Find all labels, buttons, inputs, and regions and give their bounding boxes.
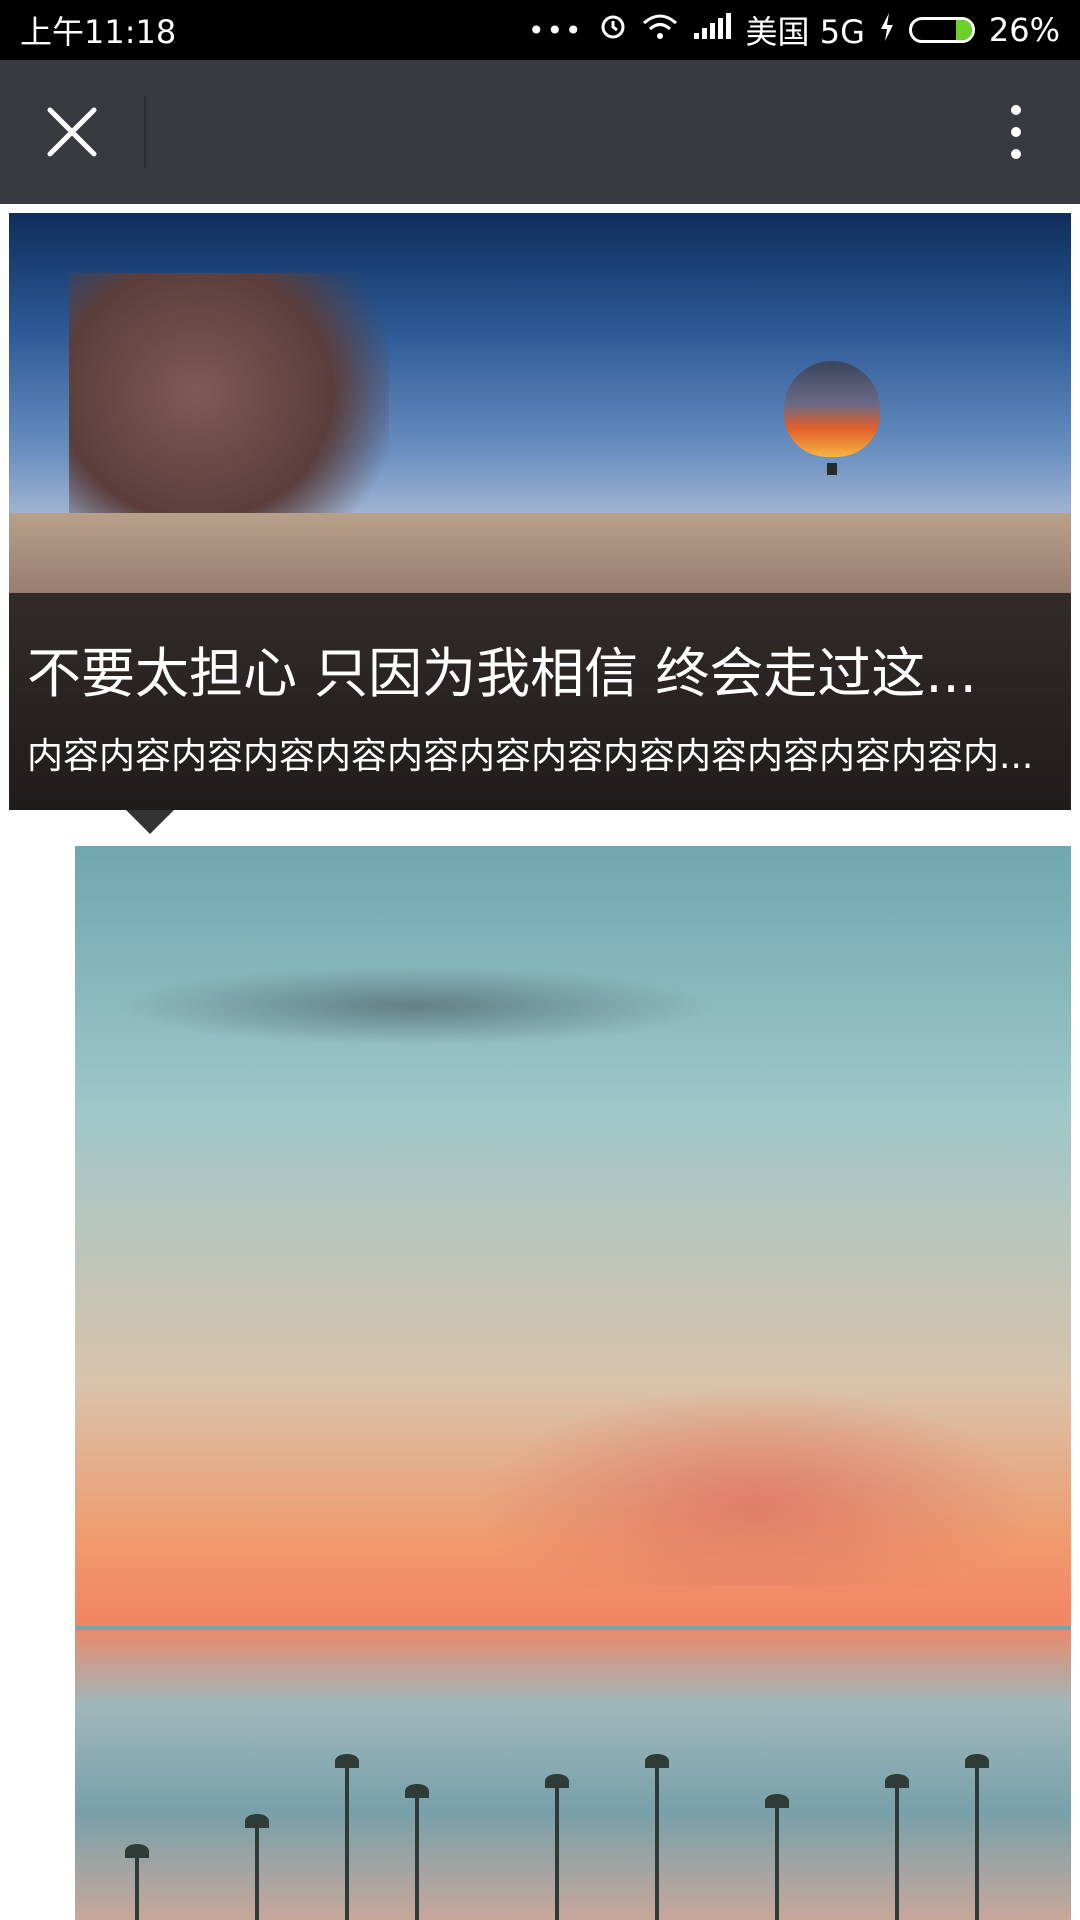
top-toolbar: [0, 60, 1080, 204]
status-time: 上午11:18: [20, 13, 177, 51]
more-vertical-icon-dot: [1011, 127, 1021, 137]
battery-percent: 26%: [988, 11, 1060, 49]
reed-shape: [765, 1794, 789, 1920]
hero-description: 内容内容内容内容内容内容内容内容内容内容内容内容内容内...: [27, 736, 1034, 777]
cloud-shape: [115, 966, 715, 1046]
cloud-shape: [475, 1386, 1035, 1586]
wifi-icon: [642, 11, 678, 49]
status-left: 上午11:18: [20, 7, 176, 53]
alarm-icon: [598, 11, 628, 49]
status-right: ••• 美国 5G 26%: [528, 7, 1060, 53]
reed-shape: [885, 1774, 909, 1920]
hero-caption: 不要太担心 只因为我相信 终会走过这... 内容内容内容内容内容内容内容内容内容…: [9, 593, 1071, 810]
reed-shape: [645, 1754, 669, 1920]
close-button[interactable]: [40, 100, 104, 164]
reed-shape: [405, 1784, 429, 1920]
battery-icon: [908, 17, 975, 43]
reed-shape: [125, 1844, 149, 1920]
charging-icon: [879, 11, 895, 49]
sunset-image[interactable]: [75, 846, 1071, 1920]
hero-card[interactable]: 不要太担心 只因为我相信 终会走过这... 内容内容内容内容内容内容内容内容内容…: [9, 213, 1071, 810]
more-button[interactable]: [992, 96, 1040, 168]
more-vertical-icon-dot: [1011, 105, 1021, 115]
carrier-label: 美国 5G: [745, 13, 865, 51]
caption-pointer: [126, 810, 174, 834]
horizon-line: [75, 1626, 1071, 1630]
reed-shape: [335, 1754, 359, 1920]
hot-air-balloon-image: [784, 361, 880, 457]
toolbar-divider: [144, 96, 146, 168]
signal-icon: [692, 11, 732, 49]
reed-shape: [965, 1754, 989, 1920]
more-vertical-icon-dot: [1011, 149, 1021, 159]
status-bar: 上午11:18 ••• 美国 5G 26%: [0, 0, 1080, 60]
status-more-dots: •••: [527, 13, 584, 47]
hero-title: 不要太担心 只因为我相信 终会走过这...: [27, 642, 977, 705]
close-icon: [47, 107, 97, 157]
reed-shape: [545, 1774, 569, 1920]
battery-level: [956, 20, 972, 40]
reed-shape: [245, 1814, 269, 1920]
balloon-basket: [827, 463, 837, 475]
